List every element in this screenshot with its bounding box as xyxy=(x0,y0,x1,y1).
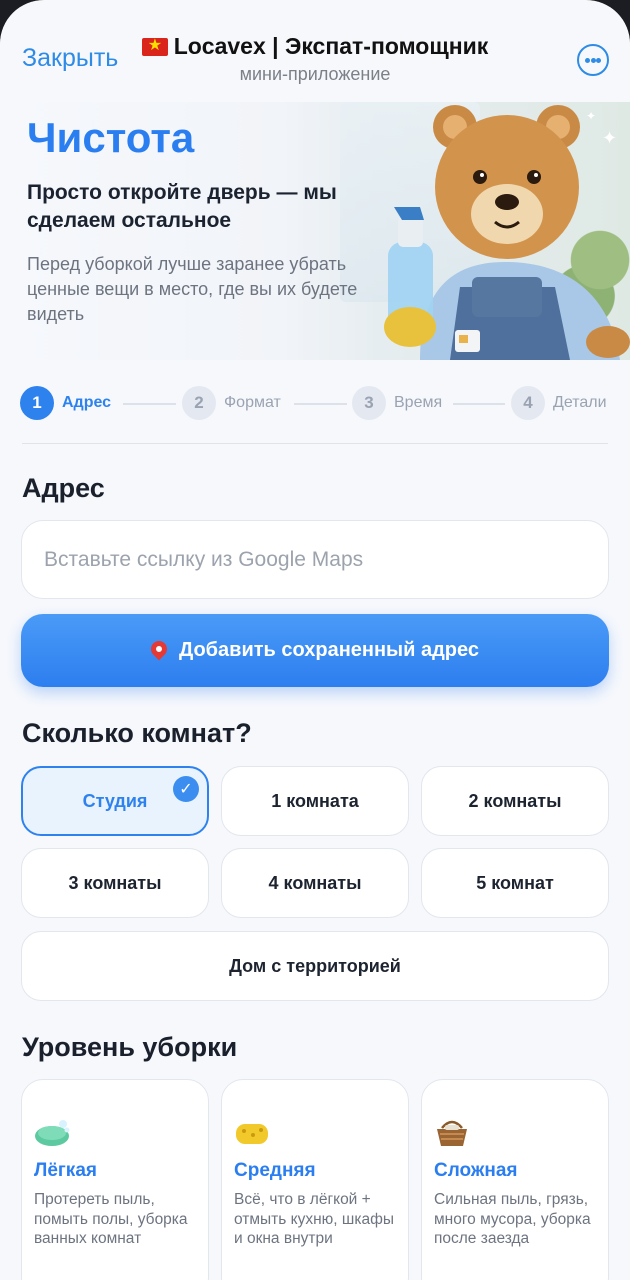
address-heading: Адрес xyxy=(22,473,105,503)
level-title: Средняя xyxy=(234,1160,316,1181)
step-format[interactable]: 2 Формат xyxy=(182,386,281,420)
step-connector xyxy=(123,403,176,405)
step-progress: 1 Адрес 2 Формат 3 Время 4 Детали xyxy=(20,386,612,422)
step-number: 4 xyxy=(511,386,545,420)
hero-title: Чистота xyxy=(27,114,195,161)
level-card-hard[interactable]: Сложная Сильная пыль, грязь, много мусор… xyxy=(421,1079,609,1280)
step-connector xyxy=(453,403,505,405)
add-saved-address-label: Добавить сохраненный адрес xyxy=(178,639,480,661)
room-option-4[interactable]: 4 комнаты xyxy=(221,848,409,918)
divider xyxy=(22,443,608,444)
ellipsis-circle-icon[interactable] xyxy=(577,44,609,76)
mini-app-header: Закрыть Locavex | Экспат-помощник мини-п… xyxy=(0,0,630,102)
app-title-text: Locavex | Экспат-помощник xyxy=(173,33,489,59)
app-screen: Закрыть Locavex | Экспат-помощник мини-п… xyxy=(0,0,630,1280)
room-option-label: 4 комнаты xyxy=(268,872,362,893)
header-title-block: Locavex | Экспат-помощник мини-приложени… xyxy=(100,33,530,85)
step-time[interactable]: 3 Время xyxy=(352,386,442,420)
step-details[interactable]: 4 Детали xyxy=(511,386,607,420)
level-card-light[interactable]: Лёгкая Протереть пыль, помыть полы, убор… xyxy=(21,1079,209,1280)
basket-icon xyxy=(437,1120,467,1146)
vietnam-flag-icon xyxy=(141,36,168,56)
add-saved-address-button[interactable]: Добавить сохраненный адрес xyxy=(21,614,609,687)
step-number: 3 xyxy=(352,386,386,420)
svg-text:✦: ✦ xyxy=(586,109,596,123)
step-connector xyxy=(294,403,347,405)
soap-icon xyxy=(35,1120,70,1146)
level-card-medium[interactable]: Средняя Всё, что в лёгкой + отмыть кухню… xyxy=(221,1079,409,1280)
room-option-studio[interactable]: Студия ✓ xyxy=(21,766,209,836)
step-label: Адрес xyxy=(62,394,112,411)
room-option-3[interactable]: 3 комнаты xyxy=(21,848,209,918)
step-number: 1 xyxy=(20,386,54,420)
hero-banner: ✦ ✦ Чистота Просто откройте дверь — мы с… xyxy=(0,102,630,360)
app-subtitle: мини-приложение xyxy=(239,64,391,84)
hero-lead: Просто откройте дверь — мы сделаем остал… xyxy=(27,181,337,232)
level-title: Лёгкая xyxy=(34,1160,97,1181)
bear-cleaner-illustration: ✦ ✦ xyxy=(384,105,630,360)
room-option-1[interactable]: 1 комната xyxy=(221,766,409,836)
room-option-5[interactable]: 5 комнат xyxy=(421,848,609,918)
map-pin-icon xyxy=(147,637,171,660)
room-option-label: 2 комнаты xyxy=(468,790,562,811)
room-option-label: 1 комната xyxy=(271,790,359,811)
room-option-2[interactable]: 2 комнаты xyxy=(421,766,609,836)
step-label: Детали xyxy=(553,394,607,411)
level-heading: Уровень уборки xyxy=(22,1032,238,1062)
level-description: Всё, что в лёгкой + отмыть кухню, шкафы … xyxy=(234,1191,394,1247)
room-option-label: 5 комнат xyxy=(476,872,554,893)
step-address[interactable]: 1 Адрес xyxy=(20,386,111,420)
step-number: 2 xyxy=(182,386,216,420)
google-maps-link-input[interactable] xyxy=(21,520,609,599)
app-title: Locavex | Экспат-помощник xyxy=(100,33,530,60)
level-title: Сложная xyxy=(434,1160,518,1181)
rooms-heading: Сколько комнат? xyxy=(22,718,252,748)
sponge-icon xyxy=(236,1124,268,1144)
hero-note: Перед уборкой лучше заранее убрать ценны… xyxy=(27,254,358,324)
level-description: Протереть пыль, помыть полы, уборка ванн… xyxy=(34,1191,188,1247)
svg-text:✦: ✦ xyxy=(602,128,617,148)
room-option-label: Дом с территорией xyxy=(229,955,401,976)
step-label: Время xyxy=(394,394,443,411)
room-option-label: Студия xyxy=(82,790,148,811)
level-description: Сильная пыль, грязь, много мусора, уборк… xyxy=(434,1191,591,1247)
room-option-label: 3 комнаты xyxy=(68,872,162,893)
checkmark-icon: ✓ xyxy=(173,776,199,802)
step-label: Формат xyxy=(224,394,281,411)
room-option-house[interactable]: Дом с территорией xyxy=(21,931,609,1001)
